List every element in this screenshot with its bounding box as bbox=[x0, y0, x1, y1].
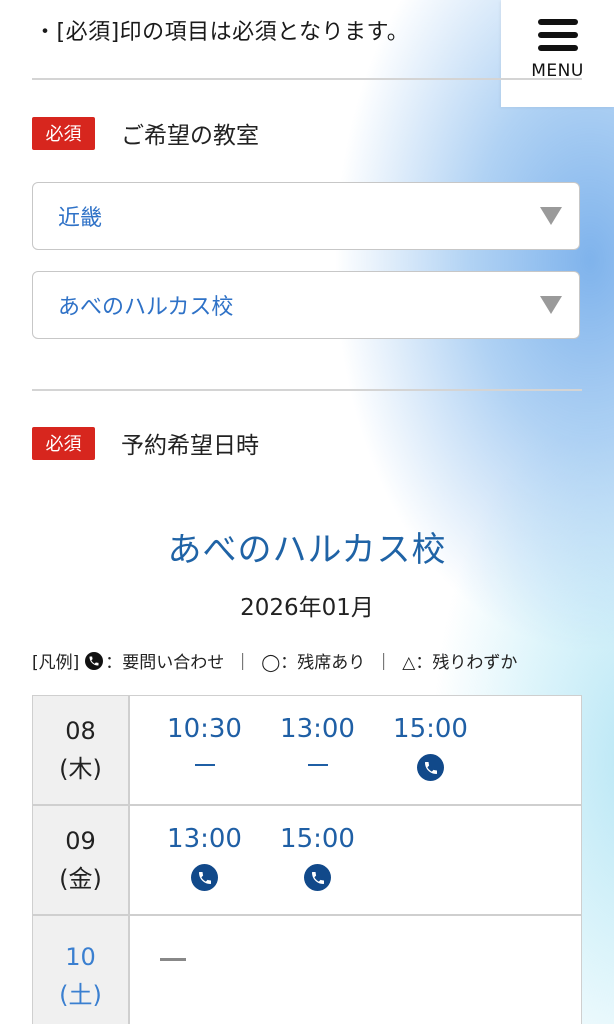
calendar-weekday: (金) bbox=[59, 865, 102, 893]
calendar-slots bbox=[130, 916, 581, 1024]
no-slots-dash bbox=[160, 958, 186, 961]
required-badge: 必須 bbox=[32, 116, 95, 150]
calendar-weekday: (木) bbox=[59, 755, 102, 783]
menu-button[interactable]: MENU bbox=[501, 0, 614, 107]
legend-triangle-text: △：残りわずか bbox=[402, 653, 518, 673]
calendar-row: 10 (土) bbox=[33, 916, 581, 1024]
calendar-table: 08 (木) 10:30 13:00 15:00 09 (金) 13:00 15:00 10 (土) bbox=[32, 695, 582, 1024]
legend-phone-text: ：要問い合わせ bbox=[105, 653, 225, 673]
slot-time: 15:00 bbox=[280, 824, 355, 854]
triangle-down-icon bbox=[540, 296, 562, 314]
time-slot[interactable]: 15:00 bbox=[374, 714, 487, 804]
calendar-month: 2026年01月 bbox=[240, 595, 374, 621]
divider bbox=[32, 389, 582, 391]
legend-separator: ｜ bbox=[234, 653, 252, 673]
datetime-field-header: 必須 予約希望日時 bbox=[32, 426, 259, 460]
calendar-day: 10 bbox=[65, 943, 96, 971]
slot-time: 13:00 bbox=[167, 824, 242, 854]
legend-separator: ｜ bbox=[375, 653, 393, 673]
slot-time: 13:00 bbox=[280, 714, 355, 744]
time-slot: 10:30 bbox=[148, 714, 261, 804]
calendar-date-cell: 10 (土) bbox=[33, 916, 130, 1024]
school-select[interactable]: あべのハルカス校 bbox=[32, 271, 580, 339]
calendar-row: 08 (木) 10:30 13:00 15:00 bbox=[33, 696, 581, 806]
time-slot[interactable]: 15:00 bbox=[261, 824, 374, 914]
calendar-day: 09 bbox=[65, 827, 96, 855]
calendar-school-title: あべのハルカス校 bbox=[167, 530, 447, 570]
calendar-date-cell: 09 (金) bbox=[33, 806, 130, 914]
phone-icon[interactable] bbox=[304, 864, 331, 891]
required-badge: 必須 bbox=[32, 426, 95, 460]
unavailable-dash bbox=[194, 764, 215, 766]
phone-icon bbox=[85, 651, 104, 670]
calendar-weekday: (土) bbox=[59, 981, 102, 1009]
slot-time: 15:00 bbox=[393, 714, 468, 744]
hamburger-icon bbox=[537, 18, 578, 51]
phone-icon[interactable] bbox=[417, 754, 444, 781]
unavailable-dash bbox=[307, 764, 328, 766]
required-notice: ・[必須]印の項目は必須となります。 bbox=[34, 20, 410, 45]
calendar-legend: [凡例] ：要問い合わせ ｜ ◯：残席あり ｜ △：残りわずか bbox=[32, 648, 517, 673]
calendar-row: 09 (金) 13:00 15:00 bbox=[33, 806, 581, 916]
datetime-label: 予約希望日時 bbox=[121, 433, 259, 459]
classroom-label: ご希望の教室 bbox=[121, 123, 259, 149]
calendar-slots: 10:30 13:00 15:00 bbox=[130, 696, 581, 804]
classroom-field-header: 必須 ご希望の教室 bbox=[32, 116, 259, 150]
calendar-slots: 13:00 15:00 bbox=[130, 806, 581, 914]
school-select-value: あべのハルカス校 bbox=[58, 295, 234, 320]
region-select[interactable]: 近畿 bbox=[32, 182, 580, 250]
time-slot: 13:00 bbox=[261, 714, 374, 804]
divider bbox=[32, 78, 582, 80]
triangle-down-icon bbox=[540, 207, 562, 225]
legend-prefix: [凡例] bbox=[32, 653, 80, 673]
slot-time: 10:30 bbox=[167, 714, 242, 744]
time-slot[interactable]: 13:00 bbox=[148, 824, 261, 914]
region-select-value: 近畿 bbox=[58, 206, 103, 231]
calendar-date-cell: 08 (木) bbox=[33, 696, 130, 804]
legend-circle-text: ◯：残席あり bbox=[261, 653, 366, 673]
phone-icon[interactable] bbox=[191, 864, 218, 891]
calendar-day: 08 bbox=[65, 717, 96, 745]
